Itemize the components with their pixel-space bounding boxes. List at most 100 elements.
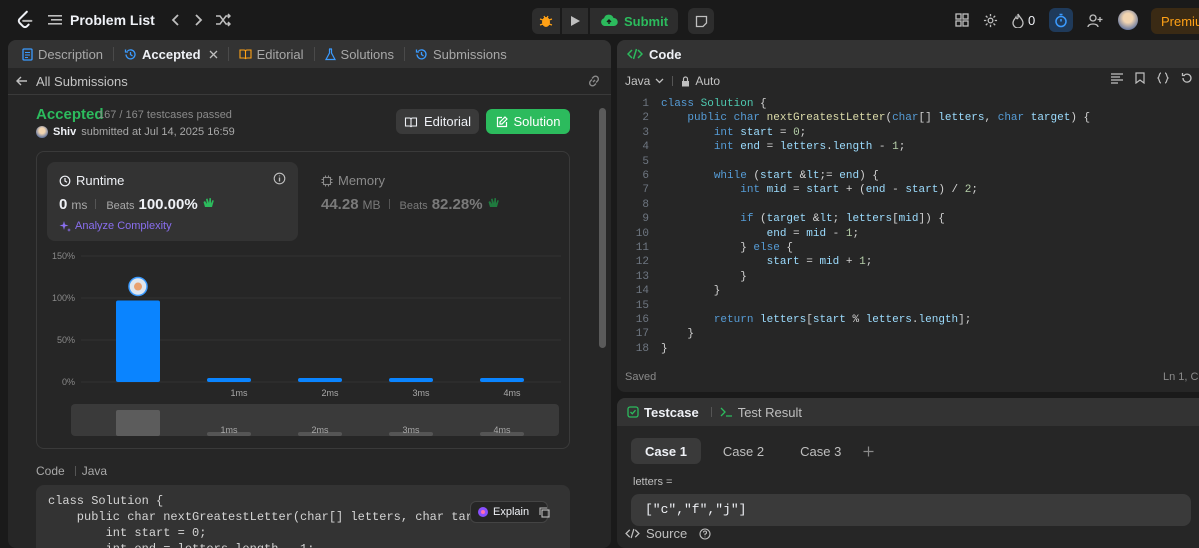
histogram-bar [116,300,160,382]
tab-case-1[interactable]: Case 1 [631,438,701,464]
submitted-at: submitted at Jul 14, 2025 16:59 [81,126,235,138]
avatar[interactable] [1118,10,1139,30]
chevron-down-icon [655,78,664,84]
user-avatar-face [134,282,142,291]
tab-case-3[interactable]: Case 3 [786,438,855,464]
timer-button[interactable] [1049,8,1074,32]
case-tabs: Case 1 Case 2 Case 3 [631,438,874,464]
add-user-icon[interactable] [1087,13,1104,28]
debug-button[interactable] [532,8,560,34]
line-number: 12 [635,256,649,269]
memory-values: 44.28 MB Beats 82.28% [321,196,500,213]
tab-case-2[interactable]: Case 2 [709,438,778,464]
x-tick-label: 3ms [412,388,430,398]
premium-button[interactable]: Premium [1151,8,1199,34]
tab-description[interactable]: Description [18,47,107,62]
line-number: 17 [635,328,649,341]
histogram-bar [389,378,433,382]
reset-icon[interactable] [1181,72,1193,84]
chevron-left-icon[interactable] [171,13,181,27]
leetcode-logo-icon[interactable] [14,9,36,31]
y-tick-label: 0% [62,377,75,387]
run-button[interactable] [562,8,588,34]
x-tick-label: 2ms [321,388,339,398]
layout-icon[interactable] [955,13,969,27]
explain-button[interactable]: Explain [470,501,550,523]
tab-accepted[interactable]: Accepted [120,47,222,62]
tab-editorial[interactable]: Editorial [235,47,308,62]
tab-submissions[interactable]: Submissions [411,47,511,62]
line-number: 18 [635,342,649,355]
editor-toolbar: Java Auto [625,72,1199,90]
submit-label: Submit [624,13,669,29]
code-line: } [661,328,695,341]
value-separator [672,76,674,86]
submission-status: Accepted [36,106,104,123]
auto-mode[interactable]: Auto [681,74,720,88]
shuffle-icon[interactable] [215,13,231,27]
sparkle-icon [59,220,71,232]
code-line: public char nextGreatestLetter(char[] le… [687,112,1091,125]
language-select[interactable]: Java [625,74,664,88]
submitted-code-block[interactable]: class Solution { public char nextGreates… [36,485,570,548]
line-number: 16 [635,314,649,326]
solution-button[interactable]: Solution [486,109,570,134]
analyze-complexity-link[interactable]: Analyze Complexity [59,220,172,232]
source-toggle[interactable]: Source [625,526,711,541]
tab-solutions[interactable]: Solutions [321,47,398,62]
username[interactable]: Shiv [53,126,76,138]
tab-test-result[interactable]: Test Result [720,405,802,420]
all-submissions-link[interactable]: All Submissions [16,72,128,90]
value-separator [710,407,712,417]
tab-submissions-label: Submissions [433,46,507,62]
code-title: Code [649,46,682,62]
memory-beats-label: Beats [399,200,428,212]
code-icon [625,528,640,539]
runtime-distribution-chart[interactable]: 150% 100% 50% 0% 1ms 2ms 3ms 4ms 1ms 2ms 3ms 4ms [37,248,571,448]
notes-button[interactable] [688,8,715,34]
copy-icon[interactable] [539,506,550,518]
runtime-values: 0 ms Beats 100.00% [59,196,215,213]
solution-button-label: Solution [513,114,561,129]
braces-icon[interactable] [1157,72,1169,84]
clap-icon [202,196,215,209]
runtime-card[interactable]: Runtime 0 ms Beats 100.00% Analyze Compl… [47,162,298,241]
scrollbar[interactable] [599,108,606,348]
testcases-passed: 167 / 167 testcases passed [98,109,232,121]
memory-unit: MB [362,198,381,212]
memory-title[interactable]: Memory [321,173,385,188]
code-line: } else { [661,242,794,254]
memory-beats: 82.28% [431,196,483,213]
memory-value: 44.28 [321,196,359,213]
problem-list-button[interactable]: Problem List [48,12,155,28]
tab-testcase[interactable]: Testcase [627,405,699,420]
chevron-right-icon[interactable] [193,13,203,27]
info-icon[interactable] [273,172,286,185]
editorial-button-label: Editorial [424,114,471,129]
param-label: letters = [633,476,673,488]
code-line: end = mid - 1; [766,227,860,240]
help-icon[interactable] [699,527,711,540]
line-number: 15 [635,299,649,312]
source-label: Source [646,526,688,541]
link-icon[interactable] [587,74,601,88]
param-input[interactable]: ["c","f","j"] [631,494,1191,526]
tab-separator [404,47,406,61]
line-number: 11 [635,242,649,254]
format-icon[interactable] [1111,72,1123,84]
code-line: } [661,342,668,355]
code-line: } [661,285,721,298]
close-icon[interactable] [209,50,218,59]
code-line: } [661,270,747,283]
submit-button[interactable]: Submit [590,8,679,34]
editorial-button[interactable]: Editorial [396,109,479,134]
top-bar: Problem List Submit 0 Premiu [0,0,1199,40]
streak-button[interactable]: 0 [1012,13,1035,28]
plus-icon[interactable] [863,446,874,457]
code-editor[interactable]: 1 class Solution {2 public char nextGreat… [617,98,1199,368]
divider [8,94,611,95]
bookmark-icon[interactable] [1135,72,1145,84]
gear-icon[interactable] [983,13,998,28]
lock-icon [681,75,690,87]
histogram-bar [207,378,251,382]
